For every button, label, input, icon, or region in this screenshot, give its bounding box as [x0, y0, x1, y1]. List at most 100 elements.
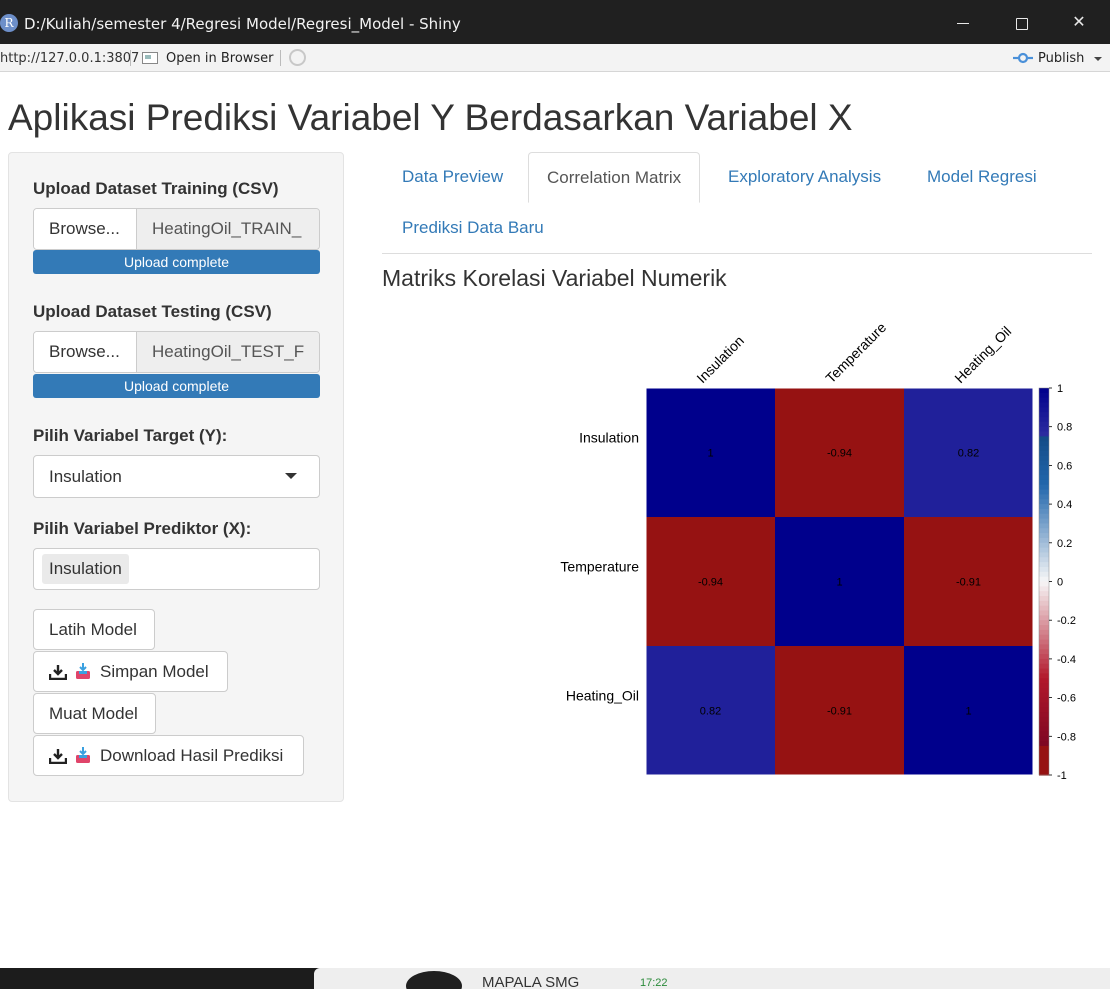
- close-button[interactable]: ✕: [1050, 0, 1108, 44]
- colorbar-segment: [1039, 712, 1049, 718]
- cell-value-label: 1: [707, 448, 713, 460]
- colorbar-segment: [1039, 683, 1049, 689]
- colorbar-tick-label: -0.4: [1057, 654, 1076, 666]
- colorbar-segment: [1039, 663, 1049, 670]
- colorbar-segment: [1039, 523, 1049, 529]
- section-title: Matriks Korelasi Variabel Numerik: [382, 265, 727, 291]
- colorbar-segment: [1039, 417, 1049, 423]
- colorbar-segment: [1039, 576, 1049, 583]
- publish-button[interactable]: Publish: [1038, 51, 1084, 66]
- maximize-button[interactable]: [992, 0, 1050, 44]
- row-label: Temperature: [560, 559, 639, 575]
- colorbar-segment: [1039, 479, 1049, 486]
- colorbar-segment: [1039, 721, 1049, 728]
- training-file-input[interactable]: Browse... HeatingOil_TRAIN_: [33, 208, 320, 250]
- tab-exploratory-analysis[interactable]: Exploratory Analysis: [728, 152, 881, 203]
- address-bar: http://127.0.0.1:3807 Open in Browser Pu…: [0, 44, 1110, 72]
- minimize-button[interactable]: [934, 0, 992, 44]
- testing-upload-label: Upload Dataset Testing (CSV): [33, 302, 272, 321]
- predictor-chip[interactable]: Insulation: [42, 554, 129, 584]
- colorbar-tick-label: 0.6: [1057, 460, 1072, 472]
- colorbar-segment: [1039, 707, 1049, 713]
- chevron-down-icon[interactable]: [1094, 57, 1102, 61]
- training-browse-button[interactable]: Browse...: [34, 209, 137, 249]
- colorbar-segment: [1039, 591, 1049, 597]
- testing-browse-button[interactable]: Browse...: [34, 332, 137, 372]
- tab-model-regresi[interactable]: Model Regresi: [927, 152, 1037, 203]
- colorbar-segment: [1039, 697, 1049, 704]
- row-label: Heating_Oil: [566, 688, 639, 704]
- cell-value-label: 1: [965, 706, 971, 718]
- browser-window-icon[interactable]: [142, 52, 158, 64]
- colorbar-segment: [1039, 673, 1049, 679]
- page-title: Aplikasi Prediksi Variabel Y Berdasarkan…: [8, 97, 853, 138]
- colorbar-segment: [1039, 484, 1049, 491]
- predictor-variable-select[interactable]: Insulation: [33, 548, 320, 590]
- colorbar-segment: [1039, 450, 1049, 457]
- dropdown-caret-icon[interactable]: [285, 473, 297, 479]
- inbox-tray-icon: [76, 747, 90, 763]
- colorbar-segment: [1039, 436, 1049, 442]
- avatar: [406, 971, 462, 989]
- publish-icon[interactable]: [1013, 51, 1033, 65]
- colorbar-segment: [1039, 615, 1049, 621]
- cell-value-label: 0.82: [700, 706, 721, 718]
- target-variable-value: Insulation: [49, 467, 122, 486]
- colorbar-segment: [1039, 446, 1049, 452]
- training-upload-label: Upload Dataset Training (CSV): [33, 179, 279, 198]
- colorbar-segment: [1039, 649, 1049, 655]
- colorbar-segment: [1039, 552, 1049, 558]
- cell-value-label: -0.94: [698, 577, 723, 589]
- tab-prediksi-data-baru[interactable]: Prediksi Data Baru: [402, 203, 544, 254]
- colorbar-segment: [1039, 639, 1049, 645]
- taskbar: MAPALA SMG 17:22: [0, 968, 1110, 989]
- load-model-button[interactable]: Muat Model: [33, 693, 156, 734]
- colorbar-segment: [1039, 741, 1049, 747]
- colorbar-segment: [1039, 508, 1049, 515]
- tab-correlation-matrix[interactable]: Correlation Matrix: [528, 152, 701, 203]
- colorbar-tick-label: 0: [1057, 577, 1063, 589]
- notification-time: 17:22: [640, 977, 668, 989]
- open-in-browser-button[interactable]: Open in Browser: [166, 51, 274, 66]
- main-tabs: Data Preview Correlation Matrix Explorat…: [382, 152, 1092, 254]
- colorbar-tick-label: -0.2: [1057, 615, 1076, 627]
- colorbar-segment: [1039, 470, 1049, 476]
- correlation-heatmap: 1 -0.94 0.82 -0.94 1 -0.91 0.82 -0.91 1 Insulatio…: [560, 319, 1076, 782]
- colorbar-segment: [1039, 562, 1049, 568]
- colorbar-segment: [1039, 388, 1049, 394]
- column-label: Insulation: [693, 332, 747, 386]
- app-page: Aplikasi Prediksi Variabel Y Berdasarkan…: [0, 72, 1110, 968]
- colorbar-segment: [1039, 494, 1049, 500]
- colorbar-tick-label: 1: [1057, 383, 1063, 395]
- colorbar-segment: [1039, 605, 1049, 612]
- testing-progress-bar: Upload complete: [33, 374, 320, 398]
- tab-data-preview[interactable]: Data Preview: [402, 152, 503, 203]
- save-model-button[interactable]: Simpan Model: [33, 651, 228, 692]
- testing-filename: HeatingOil_TEST_F: [137, 332, 319, 372]
- colorbar-segment: [1039, 678, 1049, 684]
- download-icon: [49, 665, 67, 680]
- colorbar-tick-label: -0.6: [1057, 693, 1076, 705]
- target-variable-label: Pilih Variabel Target (Y):: [33, 426, 228, 445]
- refresh-icon[interactable]: [289, 49, 306, 66]
- divider: [280, 50, 281, 66]
- cell-value-label: -0.91: [827, 706, 852, 718]
- target-variable-select[interactable]: Insulation: [33, 455, 320, 498]
- cell-value-label: -0.91: [956, 577, 981, 589]
- colorbar-segment: [1039, 431, 1049, 437]
- train-model-button[interactable]: Latih Model: [33, 609, 155, 650]
- save-model-label: Simpan Model: [100, 662, 209, 681]
- colorbar-segment: [1039, 668, 1049, 675]
- colorbar-segment: [1039, 654, 1049, 660]
- colorbar-segment: [1039, 397, 1049, 404]
- cell-value-label: 0.82: [958, 448, 979, 460]
- colorbar-segment: [1039, 634, 1049, 641]
- colorbar-segment: [1039, 566, 1049, 573]
- testing-file-input[interactable]: Browse... HeatingOil_TEST_F: [33, 331, 320, 373]
- download-predictions-button[interactable]: Download Hasil Prediksi: [33, 735, 304, 776]
- colorbar-segment: [1039, 441, 1049, 447]
- colorbar-segment: [1039, 504, 1049, 510]
- predictor-variable-label: Pilih Variabel Prediktor (X):: [33, 519, 252, 538]
- colorbar-segment: [1039, 736, 1049, 742]
- url-field[interactable]: http://127.0.0.1:3807: [0, 51, 139, 66]
